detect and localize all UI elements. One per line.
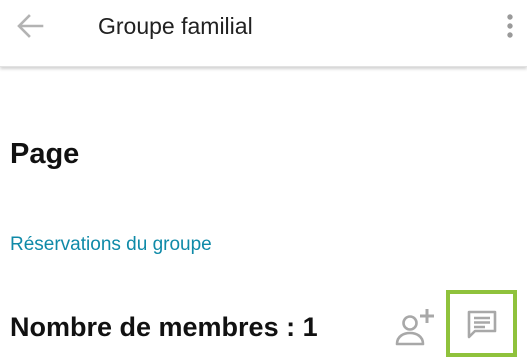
chat-button[interactable] [446,290,517,357]
message-icon [467,310,496,338]
add-member-button[interactable] [393,306,437,348]
page-heading: Page [10,138,80,170]
group-reservations-link[interactable]: Réservations du groupe [10,233,212,257]
more-vertical-icon [507,14,513,38]
back-button[interactable] [10,8,50,44]
person-add-icon [395,309,434,346]
overflow-menu-button[interactable] [498,8,522,44]
app-bar: Groupe familial [0,0,527,67]
app-bar-title: Groupe familial [98,13,253,39]
arrow-left-icon [17,14,44,38]
members-count-label: Nombre de membres : 1 [10,312,318,342]
